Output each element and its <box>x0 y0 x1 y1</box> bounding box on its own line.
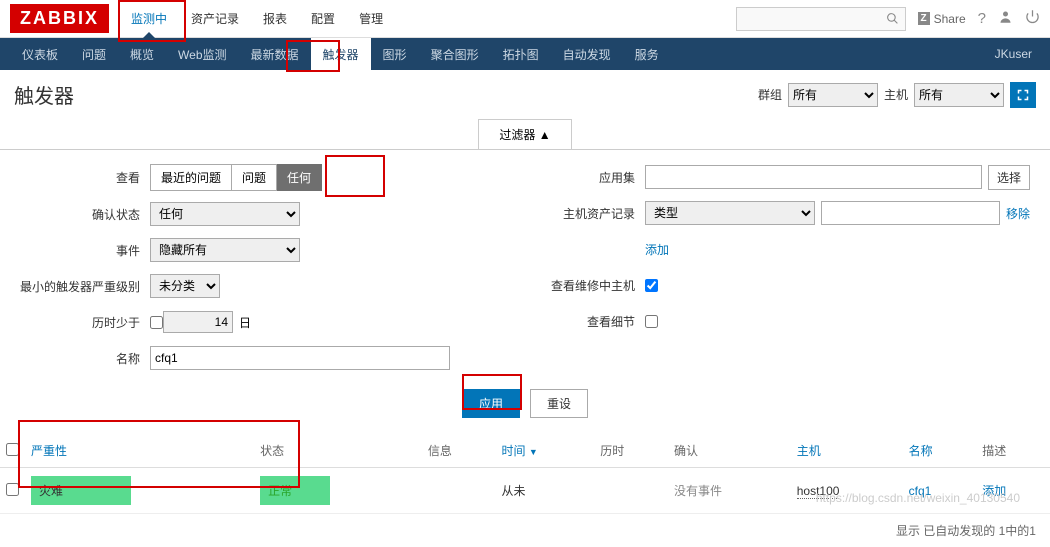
reset-button[interactable]: 重设 <box>530 389 588 418</box>
col-host[interactable]: 主机 <box>791 434 903 468</box>
select-all-checkbox[interactable] <box>6 443 19 456</box>
host-label: 主机 <box>884 86 908 103</box>
inv-remove-link[interactable]: 移除 <box>1006 205 1030 222</box>
share-button[interactable]: ZShare <box>918 12 966 26</box>
page-title: 触发器 <box>14 80 758 109</box>
col-desc: 描述 <box>976 434 1050 468</box>
subnav-maps[interactable]: 拓扑图 <box>491 38 551 71</box>
cell-time: 从未 <box>496 468 595 514</box>
subnav-latest[interactable]: 最新数据 <box>239 38 311 71</box>
nav-admin[interactable]: 管理 <box>347 0 395 37</box>
nav-inventory[interactable]: 资产记录 <box>179 0 251 37</box>
name-label: 名称 <box>20 350 150 367</box>
nav-reports[interactable]: 报表 <box>251 0 299 37</box>
trigger-name-link[interactable]: cfq1 <box>909 484 932 498</box>
expand-icon <box>1017 89 1029 101</box>
top-menu: 监测中 资产记录 报表 配置 管理 <box>119 0 736 37</box>
details-label: 查看细节 <box>545 313 645 330</box>
maint-label: 查看维修中主机 <box>545 277 645 294</box>
nav-monitoring[interactable]: 监测中 <box>119 0 179 37</box>
sub-nav: 仪表板 问题 概览 Web监测 最新数据 触发器 图形 聚合图形 拓扑图 自动发… <box>0 38 1050 70</box>
desc-add-link[interactable]: 添加 <box>982 484 1006 498</box>
inv-add-link[interactable]: 添加 <box>645 241 669 258</box>
view-label: 查看 <box>20 169 150 186</box>
ack-select[interactable]: 任何 <box>150 202 300 226</box>
minsev-label: 最小的触发器严重级别 <box>20 278 150 295</box>
view-recent[interactable]: 最近的问题 <box>150 164 232 191</box>
severity-badge: 灾难 <box>31 476 131 505</box>
subnav-dashboard[interactable]: 仪表板 <box>10 38 70 71</box>
minsev-select[interactable]: 未分类 <box>150 274 220 298</box>
ack-label: 确认状态 <box>20 206 150 223</box>
filter-toggle[interactable]: 过滤器 ▲ <box>478 119 571 149</box>
age-checkbox[interactable] <box>150 316 163 329</box>
subnav-problems[interactable]: 问题 <box>70 38 118 71</box>
host-link[interactable]: host100 <box>797 484 840 499</box>
inv-label: 主机资产记录 <box>545 205 645 222</box>
subnav-overview[interactable]: 概览 <box>118 38 166 71</box>
subnav-triggers[interactable]: 触发器 <box>311 38 371 71</box>
nav-config[interactable]: 配置 <box>299 0 347 37</box>
col-info: 信息 <box>422 434 496 468</box>
status-badge: 正常 <box>260 476 330 505</box>
power-icon[interactable] <box>1025 9 1040 28</box>
sort-desc-icon: ▼ <box>529 447 538 457</box>
maint-checkbox[interactable] <box>645 279 658 292</box>
name-input[interactable] <box>150 346 450 370</box>
view-any[interactable]: 任何 <box>277 164 322 191</box>
group-select[interactable]: 所有 <box>788 83 878 107</box>
subnav-services[interactable]: 服务 <box>623 38 671 71</box>
events-select[interactable]: 隐藏所有 <box>150 238 300 262</box>
row-checkbox[interactable] <box>6 483 19 496</box>
footer-summary: 显示 已自动发现的 1中的1 <box>0 514 1050 547</box>
cell-ack: 没有事件 <box>668 468 791 514</box>
inv-type-select[interactable]: 类型 <box>645 201 815 225</box>
col-time[interactable]: 时间 ▼ <box>496 434 595 468</box>
col-severity[interactable]: 严重性 <box>25 434 254 468</box>
events-label: 事件 <box>20 242 150 259</box>
inv-value-input[interactable] <box>821 201 1000 225</box>
subnav-discovery[interactable]: 自动发现 <box>551 38 623 71</box>
age-input[interactable] <box>163 311 233 333</box>
details-checkbox[interactable] <box>645 315 658 328</box>
subnav-web[interactable]: Web监测 <box>166 38 238 71</box>
logo: ZABBIX <box>10 4 109 33</box>
help-icon[interactable]: ? <box>978 10 986 27</box>
age-label: 历时少于 <box>20 314 150 331</box>
age-unit: 日 <box>239 314 251 331</box>
username-label: JKuser <box>995 47 1040 61</box>
subnav-screens[interactable]: 聚合图形 <box>419 38 491 71</box>
view-problems[interactable]: 问题 <box>232 164 277 191</box>
col-status: 状态 <box>254 434 422 468</box>
search-icon <box>886 12 899 25</box>
col-ack: 确认 <box>668 434 791 468</box>
appset-select-button[interactable]: 选择 <box>988 165 1030 190</box>
user-icon[interactable] <box>998 9 1013 28</box>
apply-button[interactable]: 应用 <box>462 389 520 418</box>
host-select[interactable]: 所有 <box>914 83 1004 107</box>
global-search[interactable] <box>736 7 906 31</box>
col-age: 历时 <box>594 434 668 468</box>
appset-label: 应用集 <box>545 169 645 186</box>
appset-input[interactable] <box>645 165 982 189</box>
col-name[interactable]: 名称 <box>903 434 977 468</box>
table-row: 灾难 正常 从未 没有事件 host100 cfq1 添加 <box>0 468 1050 514</box>
subnav-graphs[interactable]: 图形 <box>371 38 419 71</box>
group-label: 群组 <box>758 86 782 103</box>
fullscreen-button[interactable] <box>1010 82 1036 108</box>
